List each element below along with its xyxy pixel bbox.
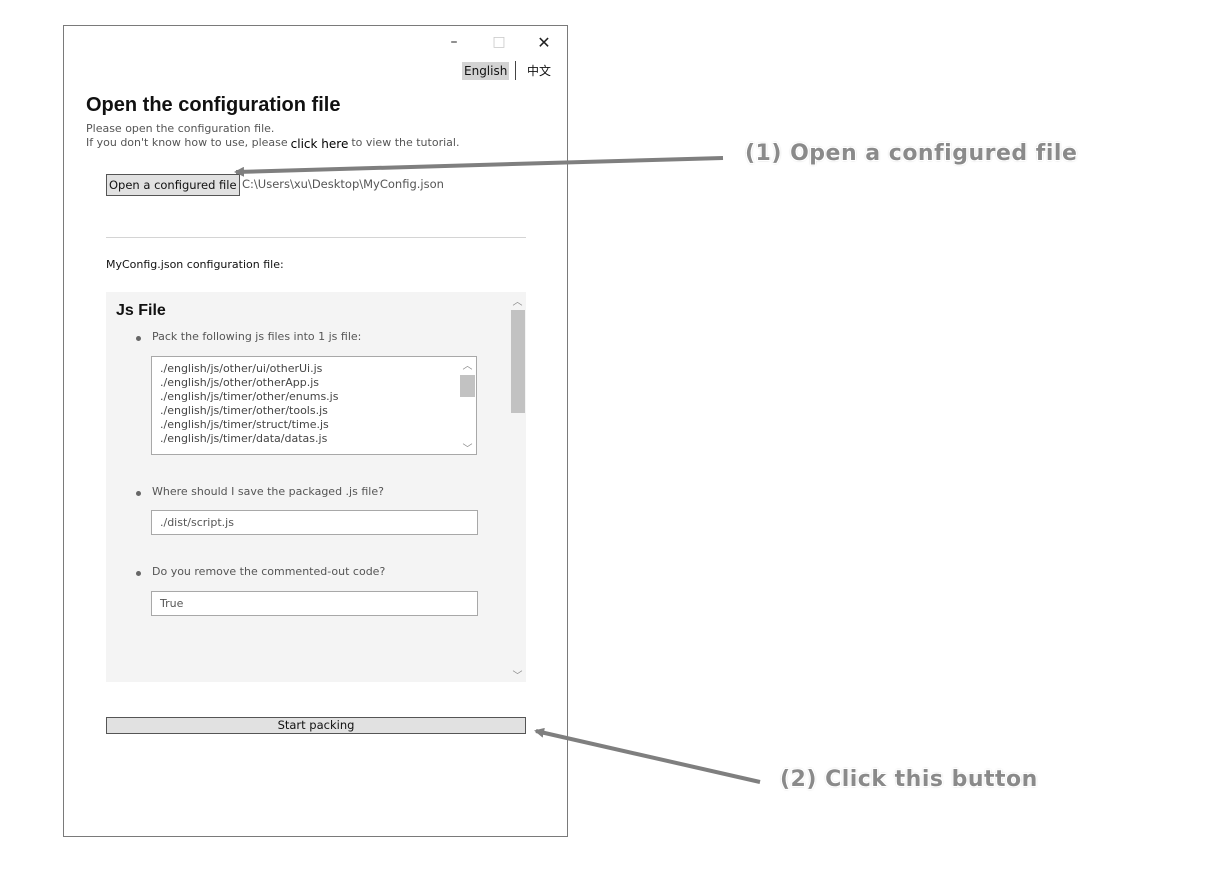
question-pack-files: Pack the following js files into 1 js fi…: [152, 330, 362, 343]
bullet-dot: [136, 491, 141, 496]
tutorial-prefix: If you don't know how to use, please: [86, 136, 288, 149]
question-remove-comments: Do you remove the commented-out code?: [152, 565, 386, 578]
file-list-item: ./english/js/timer/struct/time.js: [160, 418, 329, 431]
panel-scrollbar[interactable]: ︿ ﹀: [509, 292, 526, 682]
chevron-up-icon[interactable]: ︿: [459, 357, 476, 372]
chevron-down-icon[interactable]: ﹀: [509, 666, 526, 682]
close-button[interactable]: ✕: [530, 32, 558, 52]
language-chinese-button[interactable]: 中文: [527, 62, 551, 80]
chevron-up-icon[interactable]: ︿: [509, 292, 526, 308]
start-packing-button[interactable]: Start packing: [106, 717, 526, 734]
language-english-button[interactable]: English: [462, 62, 510, 80]
panel-scroll-thumb[interactable]: [511, 310, 525, 413]
maximize-button[interactable]: □: [485, 32, 513, 52]
annotation-step-1: (1) Open a configured file: [745, 141, 1078, 166]
section-divider: [106, 237, 526, 238]
language-divider: [515, 61, 516, 80]
question-save-path: Where should I save the packaged .js fil…: [152, 485, 384, 498]
file-list-item: ./english/js/timer/other/enums.js: [160, 390, 339, 403]
remove-comments-field[interactable]: True: [151, 591, 478, 616]
tutorial-hint: If you don't know how to use, please clic…: [86, 135, 460, 151]
save-path-field[interactable]: ./dist/script.js: [151, 510, 478, 535]
arrow-to-start-button: [534, 727, 761, 784]
section-title-js-file: Js File: [116, 302, 166, 319]
bullet-dot: [136, 336, 141, 341]
config-path: C:\Users\xu\Desktop\MyConfig.json: [242, 177, 444, 191]
js-file-list[interactable]: ./english/js/other/ui/otherUi.js ./englis…: [151, 356, 477, 455]
file-list-item: ./english/js/timer/other/tools.js: [160, 404, 328, 417]
file-list-lines: ./english/js/other/ui/otherUi.js ./englis…: [160, 362, 338, 446]
annotation-step-2: (2) Click this button: [780, 767, 1038, 792]
file-list-scrollbar[interactable]: ︿ ﹀: [459, 357, 476, 454]
page-subtitle: Please open the configuration file.: [86, 122, 275, 135]
file-list-item: ./english/js/timer/data/datas.js: [160, 432, 328, 445]
file-list-item: ./english/js/other/ui/otherUi.js: [160, 362, 323, 375]
bullet-dot: [136, 571, 141, 576]
tutorial-link[interactable]: click here: [288, 137, 352, 151]
file-list-scroll-thumb[interactable]: [460, 375, 475, 397]
file-list-item: ./english/js/other/otherApp.js: [160, 376, 320, 389]
chevron-down-icon[interactable]: ﹀: [459, 440, 476, 455]
config-file-label: MyConfig.json configuration file:: [106, 258, 284, 271]
open-config-button[interactable]: Open a configured file: [106, 174, 240, 196]
app-window: – □ ✕ English 中文 Open the configuration …: [63, 25, 568, 837]
minimize-button[interactable]: –: [440, 32, 468, 52]
tutorial-suffix: to view the tutorial.: [351, 136, 460, 149]
config-panel[interactable]: Js File Pack the following js files into…: [106, 292, 526, 682]
page-title: Open the configuration file: [86, 94, 341, 116]
